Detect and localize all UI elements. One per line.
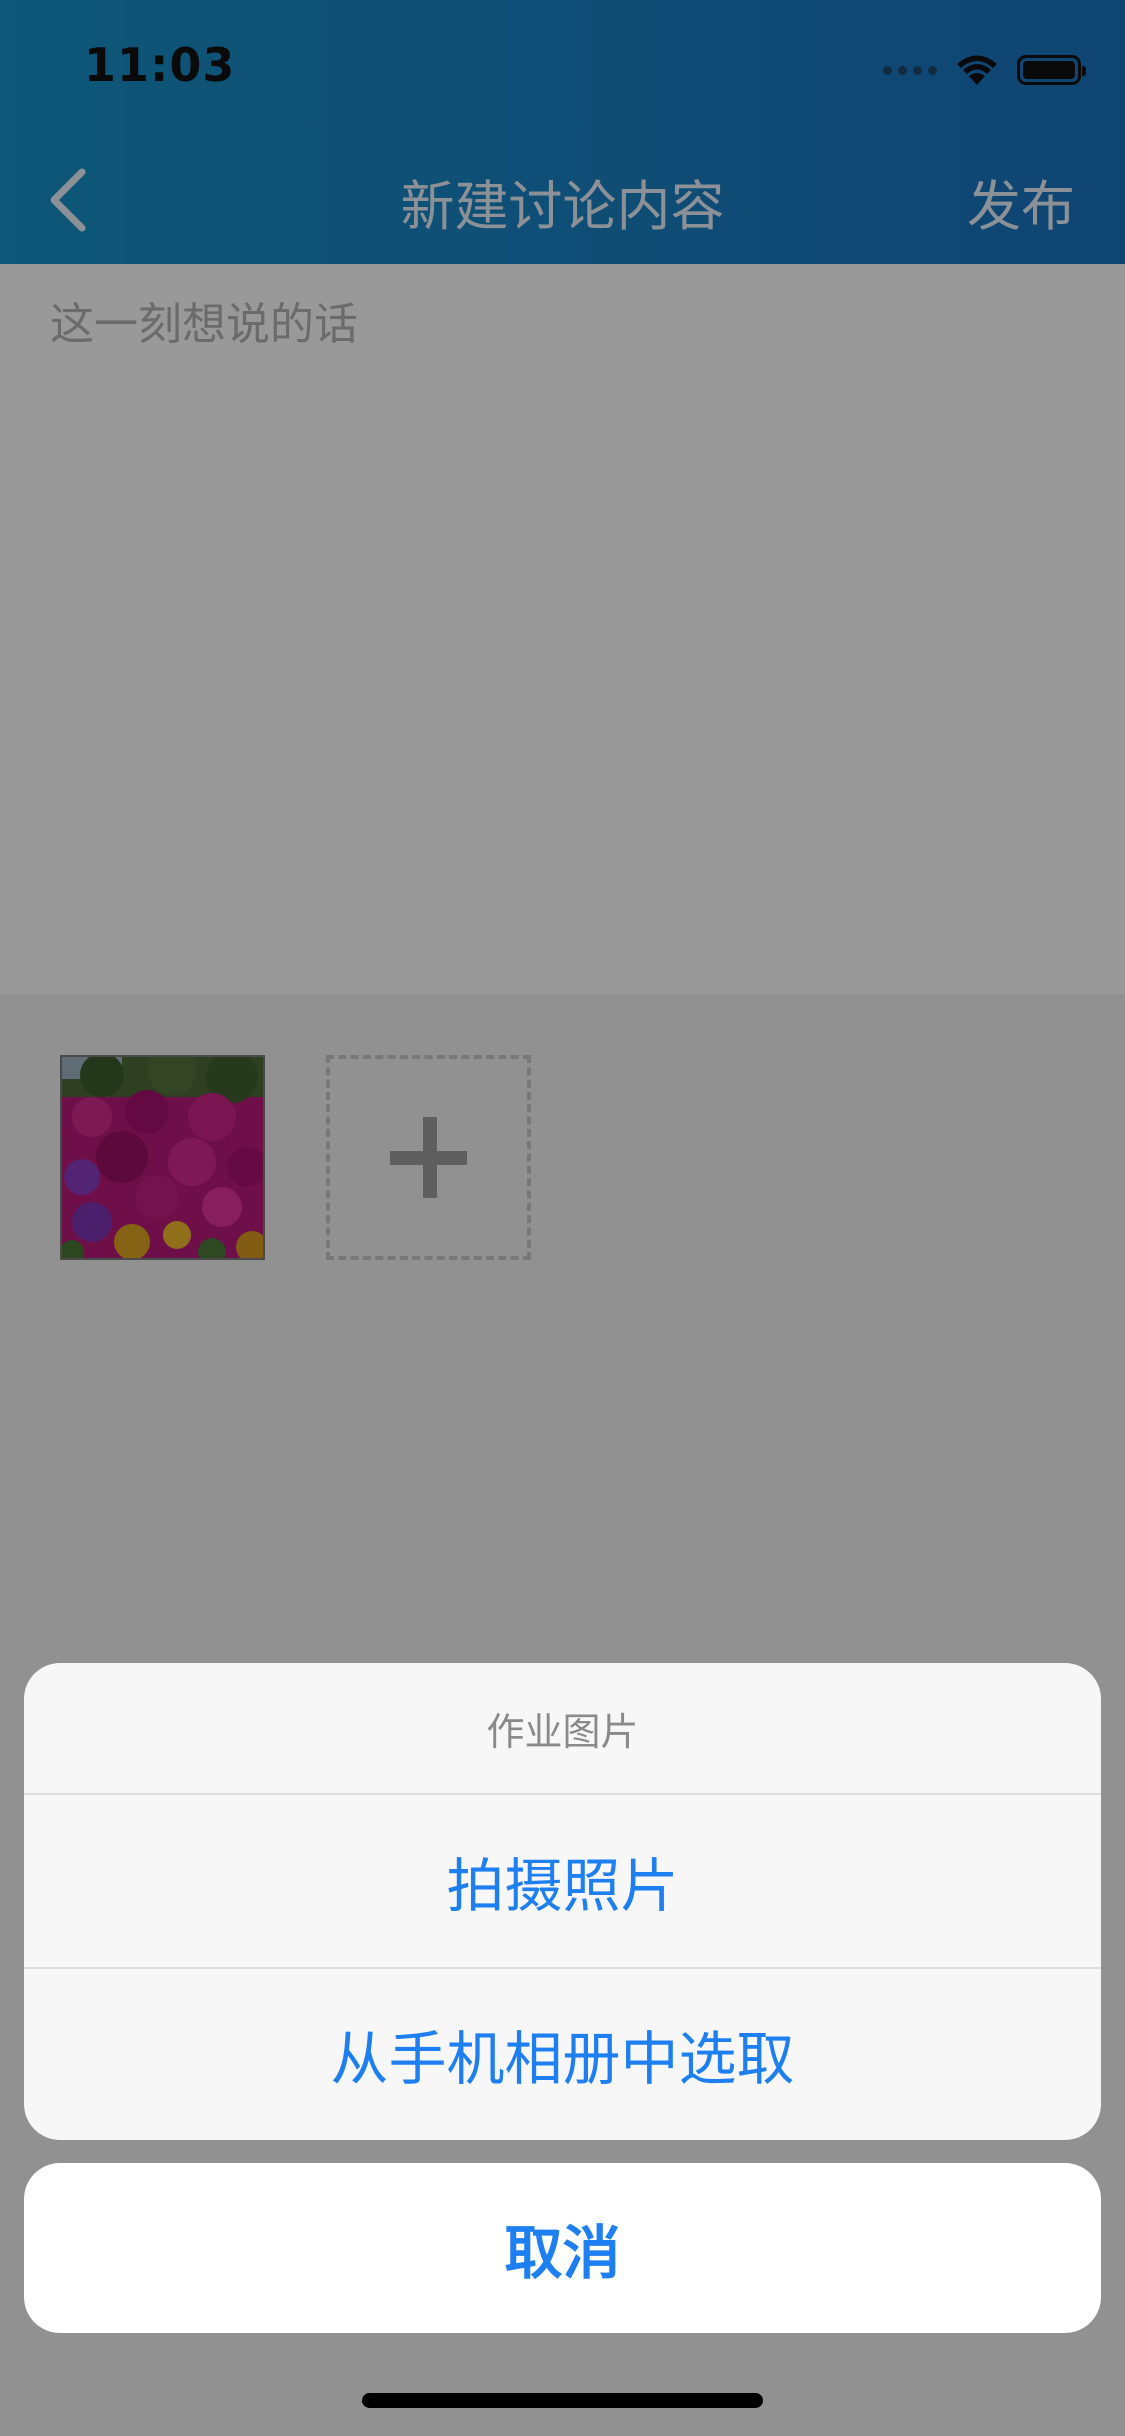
action-sheet-title: 作业图片 [24, 1663, 1101, 1795]
take-photo-option[interactable]: 拍摄照片 [24, 1795, 1101, 1967]
choose-from-album-option[interactable]: 从手机相册中选取 [24, 1967, 1101, 2139]
home-indicator [362, 2393, 763, 2408]
cancel-button[interactable]: 取消 [24, 2163, 1101, 2333]
action-sheet: 作业图片 拍摄照片 从手机相册中选取 [24, 1663, 1101, 2140]
